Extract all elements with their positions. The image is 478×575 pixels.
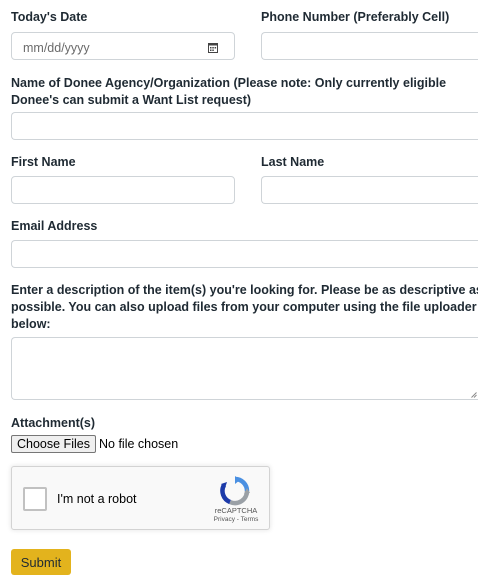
description-label-line2: possible. You can also upload files from… [11,300,477,314]
description-field[interactable] [11,337,478,400]
first-name-field[interactable] [11,176,235,204]
agency-input[interactable] [12,113,478,139]
first-name-label: First Name [11,155,76,169]
description-textarea[interactable] [12,338,478,399]
phone-field[interactable] [261,32,478,60]
choose-files-button[interactable]: Choose Files [11,435,96,453]
phone-input[interactable] [262,33,478,59]
calendar-icon[interactable] [208,42,218,53]
date-placeholder: mm/dd/yyyy [23,41,90,55]
recaptcha-logo-icon [220,476,250,506]
agency-label-line1: Name of Donee Agency/Organization (Pleas… [11,76,447,90]
recaptcha-label: I'm not a robot [57,492,137,506]
last-name-input[interactable] [262,177,478,203]
phone-label: Phone Number (Preferably Cell) [261,10,450,24]
last-name-label: Last Name [261,155,325,169]
agency-field[interactable] [11,112,478,140]
agency-label-line2: Donee's can submit a Want List request) [11,93,252,107]
email-label: Email Address [11,219,98,233]
attachments-label: Attachment(s) [11,416,96,430]
email-field[interactable] [11,240,478,268]
email-input[interactable] [12,241,478,267]
last-name-field[interactable] [261,176,478,204]
submit-button[interactable]: Submit [11,549,71,575]
file-status: No file chosen [99,437,179,451]
recaptcha-widget: I'm not a robot reCAPTCHA Privacy - Term… [11,466,270,530]
first-name-input[interactable] [12,177,234,203]
recaptcha-checkbox[interactable] [23,487,47,511]
description-label-line3: below: [11,317,51,331]
date-label: Today's Date [11,10,88,24]
resize-grip-icon[interactable] [471,392,477,398]
date-field[interactable]: mm/dd/yyyy [11,32,235,60]
description-label-line1: Enter a description of the item(s) you'r… [11,283,478,297]
recaptcha-brand: reCAPTCHA [214,506,258,515]
recaptcha-privacy-terms[interactable]: Privacy - Terms [206,516,266,523]
